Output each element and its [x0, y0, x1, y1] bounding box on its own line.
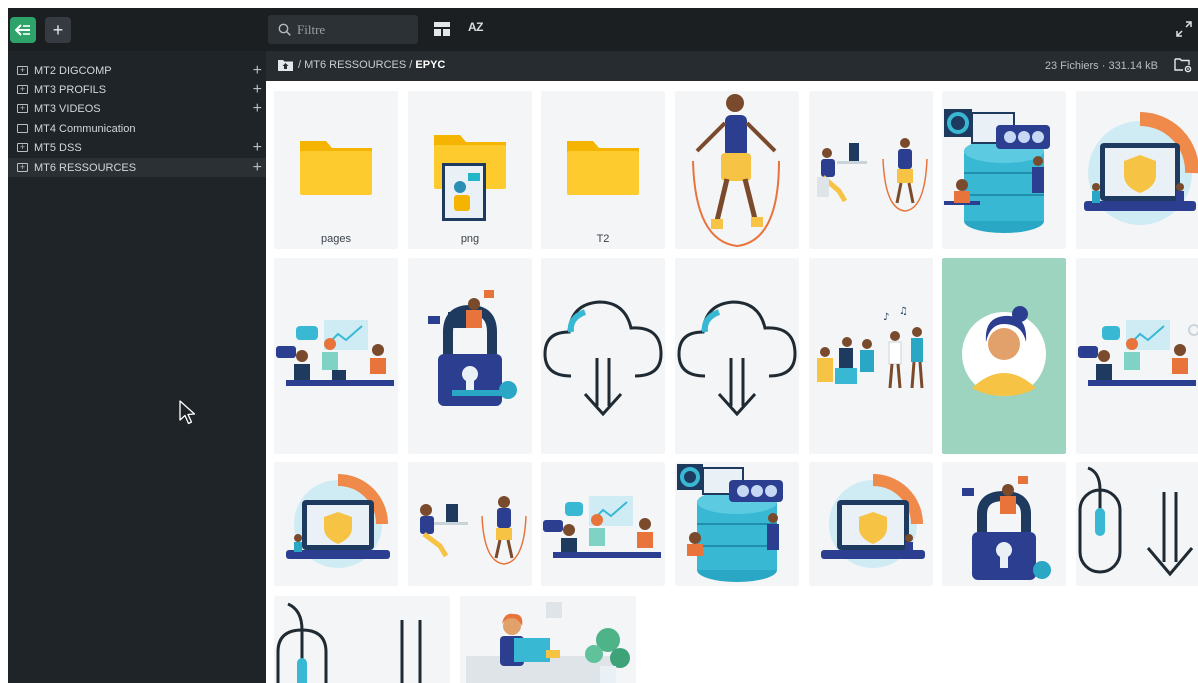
expand-icon[interactable]: + [17, 66, 28, 75]
add-button[interactable]: + [45, 17, 71, 43]
add-subfolder-icon[interactable]: + [253, 81, 262, 98]
team-meeting-illustration [543, 496, 661, 558]
sidebar-item-label: MT3 PROFILS [34, 83, 107, 96]
svg-text:♫: ♫ [899, 306, 908, 317]
collapse-sidebar-button[interactable] [10, 17, 36, 43]
party-crowd-illustration: ♪ ♫ [817, 306, 924, 389]
breadcrumb-separator: / [298, 59, 302, 71]
image-tile[interactable] [675, 258, 799, 454]
breadcrumb: / MT6 RESSOURCES / EPYC [298, 59, 445, 71]
sidebar-item-mt3-videos[interactable]: + MT3 VIDEOS + [8, 99, 266, 118]
expand-icon[interactable]: + [17, 143, 28, 152]
sort-button[interactable]: AZ [468, 20, 484, 34]
image-tile[interactable] [408, 462, 532, 586]
sidebar-item-mt3-profils[interactable]: + MT3 PROFILS + [8, 80, 266, 99]
image-tile[interactable] [942, 462, 1066, 586]
file-grid: pages png T2 ♪ ♫ [266, 81, 1198, 683]
add-subfolder-icon[interactable]: + [253, 159, 262, 176]
mouse-cursor-icon [179, 400, 196, 425]
mouse-scroll-down-icon [276, 602, 422, 683]
add-subfolder-icon[interactable]: + [253, 62, 262, 79]
padlock-illustration [962, 476, 1051, 580]
breadcrumb-separator: / [409, 59, 413, 71]
image-tile[interactable] [942, 91, 1066, 249]
desk-and-exercise-illustration [420, 496, 527, 565]
add-subfolder-icon[interactable]: + [253, 139, 262, 156]
breadcrumb-current: EPYC [415, 59, 446, 71]
sidebar-item-mt6-ressources[interactable]: + MT6 RESSOURCES + [8, 158, 266, 177]
sidebar-item-mt2-digcomp[interactable]: + MT2 DIGCOMP + [8, 61, 266, 80]
data-server-illustration [944, 109, 1050, 233]
tile-label: T2 [596, 233, 610, 245]
image-tile[interactable] [460, 596, 636, 683]
image-tile[interactable] [408, 258, 532, 454]
top-toolbar: + AZ [8, 8, 1198, 51]
sidebar-item-label: MT5 DSS [34, 141, 82, 154]
search-box[interactable] [268, 15, 418, 44]
image-tile[interactable] [274, 462, 398, 586]
image-tile[interactable] [942, 258, 1066, 454]
image-tile[interactable] [541, 462, 665, 586]
expand-icon[interactable] [1176, 21, 1192, 37]
folder-tile-t2[interactable]: T2 [541, 91, 665, 249]
sidebar-item-mt5-dss[interactable]: + MT5 DSS + [8, 138, 266, 157]
expand-icon[interactable]: + [17, 104, 28, 113]
woman-avatar-illustration [962, 306, 1046, 396]
breadcrumb-bar: / MT6 RESSOURCES / EPYC 23 Fichiers · 33… [266, 51, 1198, 81]
woman-laptop-illustration [466, 602, 630, 683]
image-tile[interactable] [274, 596, 450, 683]
image-tile[interactable] [809, 462, 933, 586]
breadcrumb-item[interactable]: MT6 RESSOURCES [304, 59, 406, 71]
image-tile[interactable] [1076, 462, 1198, 586]
collapse-sidebar-icon [15, 24, 30, 36]
team-meeting-illustration [276, 320, 394, 386]
image-tile[interactable]: ♪ ♫ [809, 258, 933, 454]
folder-tile-pages[interactable]: pages [274, 91, 398, 249]
cloud-download-icon [677, 300, 797, 417]
folder-icon [434, 135, 506, 221]
file-count-summary: 23 Fichiers · 331.14 kB [1044, 60, 1158, 72]
folder-icon [567, 141, 639, 195]
sidebar-item-label: MT3 VIDEOS [34, 102, 101, 115]
cloud-download-icon [543, 300, 663, 417]
sidebar-item-label: MT2 DIGCOMP [34, 64, 112, 77]
desk-and-exercise-illustration [817, 138, 928, 212]
plus-icon: + [52, 20, 64, 40]
laptop-shield-illustration [1084, 112, 1198, 225]
layout-icon[interactable] [434, 22, 450, 36]
folder-icon [300, 141, 372, 195]
image-tile[interactable] [809, 91, 933, 249]
expand-icon[interactable]: + [17, 85, 28, 94]
tile-label: png [460, 233, 480, 245]
image-tile[interactable] [675, 91, 799, 249]
image-tile[interactable] [675, 462, 799, 586]
expand-icon[interactable]: + [17, 163, 28, 172]
image-tile[interactable] [274, 258, 398, 454]
root-folder-icon[interactable] [278, 59, 293, 71]
folder-tile-png[interactable]: png [408, 91, 532, 249]
image-tile[interactable] [1076, 91, 1198, 249]
tile-label: pages [321, 233, 351, 245]
sidebar-item-label: MT4 Communication [34, 122, 136, 135]
team-meeting-illustration [1078, 320, 1198, 386]
folder-tree-sidebar: + MT2 DIGCOMP + + MT3 PROFILS + + MT3 VI… [8, 51, 266, 683]
image-tile[interactable] [541, 258, 665, 454]
folder-settings-icon[interactable] [1174, 57, 1192, 73]
search-icon [278, 23, 291, 36]
svg-text:♪: ♪ [883, 312, 889, 323]
file-manager-app: + AZ + MT2 DIGCOMP + + [8, 8, 1198, 683]
sidebar-item-mt4-communication[interactable]: MT4 Communication [8, 119, 266, 138]
add-subfolder-icon[interactable]: + [253, 100, 262, 117]
laptop-shield-illustration [821, 474, 925, 568]
jump-rope-illustration [692, 94, 780, 248]
image-tile[interactable] [1076, 258, 1198, 454]
laptop-shield-illustration [286, 474, 390, 568]
folder-icon [17, 124, 28, 133]
search-input[interactable] [297, 21, 407, 38]
sidebar-item-label: MT6 RESSOURCES [34, 161, 137, 174]
mouse-scroll-down-icon [1078, 466, 1194, 577]
padlock-illustration [428, 290, 517, 406]
data-server-illustration [677, 464, 783, 582]
